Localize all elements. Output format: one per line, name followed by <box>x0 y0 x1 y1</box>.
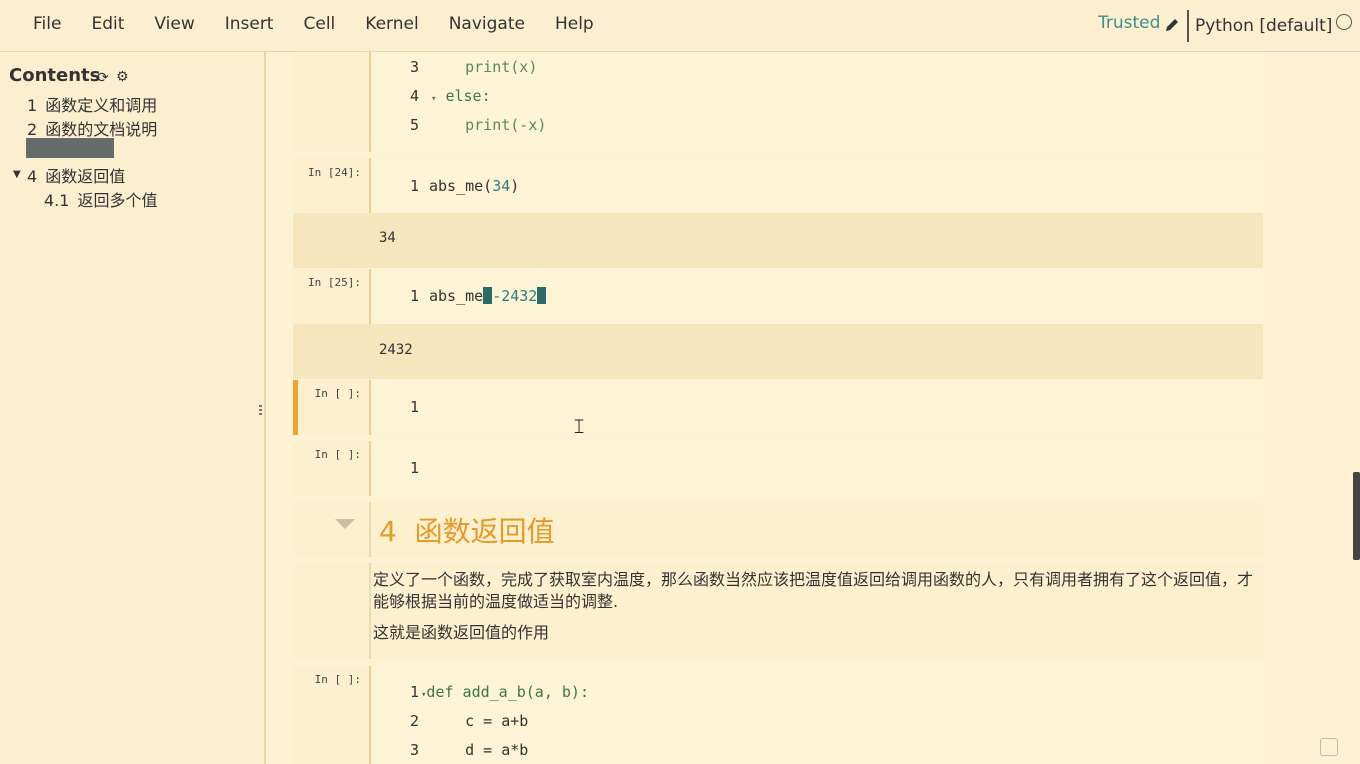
toc-item-num: 4 <box>27 167 38 186</box>
toc-item-num: 4.1 <box>44 191 70 210</box>
code-input[interactable] <box>369 380 1263 435</box>
code-line: 1 <box>409 398 419 416</box>
code-cell-empty-selected[interactable]: In [ ]: <box>293 380 1263 435</box>
prompt-area: In [24]: <box>293 158 369 213</box>
menu-help[interactable]: Help <box>540 14 609 34</box>
toc-item-num: 1 <box>27 96 38 115</box>
kernel-idle-icon <box>1336 14 1352 30</box>
cell-prompt: In [25]: <box>308 276 361 289</box>
code-line: 4 ▾ else: <box>409 87 491 105</box>
toc-item-4-1[interactable]: 4.1 返回多个值 <box>44 187 157 211</box>
kernel-name[interactable]: Python [default] <box>1195 16 1332 36</box>
cell-output: 2432 <box>379 342 413 358</box>
menu-list: File Edit View Insert Cell Kernel Naviga… <box>18 14 609 34</box>
prompt-area: In [ ]: <box>293 380 369 435</box>
code-line: 1 abs_me -2432 <box>395 287 547 305</box>
menu-navigate[interactable]: Navigate <box>434 14 540 34</box>
prompt-area: In [25]: <box>293 269 369 324</box>
cell-prompt: In [ ]: <box>314 448 361 461</box>
menu-cell[interactable]: Cell <box>288 14 350 34</box>
trusted-indicator[interactable]: Trusted <box>1098 13 1160 33</box>
cell-prompt: In [ ]: <box>314 673 361 686</box>
markdown-paragraph: 这就是函数返回值的作用 <box>373 623 550 642</box>
selected-cell-indicator <box>293 380 298 435</box>
text-cursor-icon: 𝙸 <box>572 414 587 438</box>
code-line: 5 print(-x) <box>409 116 547 134</box>
fold-arrow-icon: ▾ <box>431 94 437 104</box>
prompt-area: In [ ]: <box>293 441 369 496</box>
code-cell-empty[interactable]: In [ ]: <box>293 441 1263 496</box>
menu-edit[interactable]: Edit <box>76 14 139 34</box>
section-heading: 4 函数返回值 <box>379 515 555 548</box>
refresh-icon[interactable]: ⟳ <box>97 70 109 86</box>
markdown-paragraph: 定义了一个函数，完成了获取室内温度，那么函数当然应该把温度值返回给调用函数的人，… <box>373 570 1254 611</box>
caret-down-icon[interactable]: ▼ <box>13 169 21 180</box>
menu-view[interactable]: View <box>139 14 209 34</box>
toc-title: Contents <box>9 65 101 86</box>
expand-icon[interactable] <box>1320 738 1338 756</box>
toc-item-label: 函数返回值 <box>45 167 126 186</box>
toc-item-1[interactable]: 1 函数定义和调用 <box>27 92 157 116</box>
gear-icon[interactable]: ⚙ <box>116 69 129 85</box>
code-input[interactable] <box>369 441 1263 496</box>
toc-item-3-highlighted[interactable] <box>26 138 114 158</box>
collapse-heading-icon[interactable] <box>335 519 355 529</box>
prompt-area <box>293 502 369 557</box>
code-line: 1 abs_me(34) <box>409 177 520 195</box>
bracket-match-highlight <box>537 287 547 304</box>
code-line: 1 <box>409 459 419 477</box>
vertical-scrollbar[interactable] <box>1353 472 1360 560</box>
prompt-area: In [ ]: <box>293 666 369 764</box>
toc-item-4[interactable]: 4 函数返回值 <box>27 163 125 187</box>
code-line: 3 d = a*b <box>409 741 529 759</box>
prompt-area <box>293 52 369 152</box>
bracket-match-highlight <box>483 287 493 304</box>
code-line: 3 print(x) <box>409 58 538 76</box>
cell-prompt: In [24]: <box>308 166 361 179</box>
menu-bar: File Edit View Insert Cell Kernel Naviga… <box>0 0 1360 52</box>
toc-item-2[interactable]: 2 函数的文档说明 <box>27 116 157 140</box>
toc-sidebar: Contents ⟳ ⚙ 1 函数定义和调用 2 函数的文档说明 ▼ 4 函数返回值 … <box>0 52 266 764</box>
menu-file[interactable]: File <box>18 14 76 34</box>
prompt-area <box>293 563 369 659</box>
menu-kernel[interactable]: Kernel <box>350 14 433 34</box>
sidebar-resize-handle[interactable] <box>259 405 262 417</box>
toc-item-label: 返回多个值 <box>77 191 158 210</box>
cell-output: 34 <box>379 230 396 246</box>
output-area-24: 34 <box>293 213 1263 268</box>
toc-item-label: 函数定义和调用 <box>45 96 158 115</box>
cell-prompt: In [ ]: <box>314 387 361 400</box>
code-line: 2 c = a+b <box>409 712 529 730</box>
menu-insert[interactable]: Insert <box>210 14 289 34</box>
output-area-25: 2432 <box>293 324 1263 379</box>
toc-item-label: 函数的文档说明 <box>45 120 158 139</box>
kernel-separator <box>1187 10 1189 42</box>
toc-item-num: 2 <box>27 120 38 139</box>
pencil-icon[interactable] <box>1163 16 1181 34</box>
code-line: 1 ▾def add_a_b(a, b): <box>409 683 589 701</box>
